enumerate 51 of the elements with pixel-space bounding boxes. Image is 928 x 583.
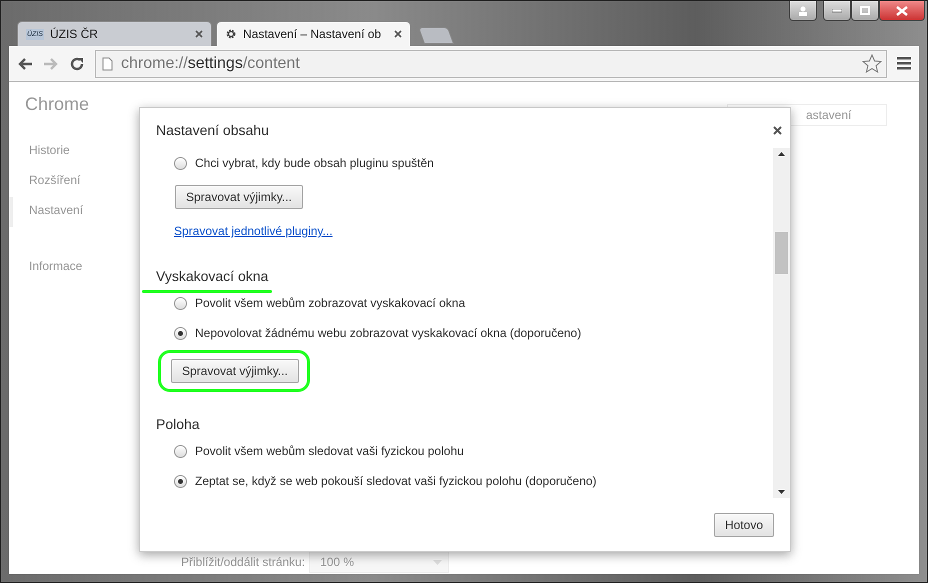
radio-button[interactable] xyxy=(174,326,187,340)
zoom-label: Přiblížit/oddálit stránku: xyxy=(181,555,306,569)
minimize-button[interactable] xyxy=(823,1,851,21)
manage-exceptions-button[interactable]: Spravovat výjimky... xyxy=(171,359,299,383)
close-icon xyxy=(773,126,782,135)
menu-icon[interactable] xyxy=(897,57,911,70)
radio-option[interactable]: Zeptat se, když se web pokouší sledovat vaši fyzickou polohu (doporučeno) xyxy=(156,466,603,496)
tab-title: Nastavení – Nastavení ob xyxy=(243,27,382,41)
manage-plugins-link[interactable]: Spravovat jednotlivé pluginy... xyxy=(174,224,333,238)
tab-title: ÚZIS ČR xyxy=(50,27,99,41)
radio-option[interactable]: Chci vybrat, kdy bude obsah pluginu spuštěn xyxy=(156,148,440,178)
radio-button[interactable] xyxy=(174,444,187,458)
browser-tab[interactable]: Nastavení – Nastavení ob xyxy=(216,21,411,46)
scroll-up-icon[interactable] xyxy=(778,152,785,156)
gear-icon xyxy=(225,28,237,40)
radio-button[interactable] xyxy=(174,156,187,170)
section-heading: Poloha xyxy=(156,416,200,432)
radio-label: Nepovolovat žádnému webu zobrazovat vyskakovací okna (doporučeno) xyxy=(195,326,582,340)
star-icon[interactable] xyxy=(862,54,882,73)
radio-label: Povolit všem webům sledovat vaši fyzickou polohu xyxy=(195,444,464,458)
scrollbar[interactable] xyxy=(773,148,790,498)
brand-title: Chrome xyxy=(24,94,90,115)
radio-label: Chci vybrat, kdy bude obsah pluginu spuštěn xyxy=(195,156,434,170)
radio-option[interactable]: Povolit všem webům zobrazovat vyskakovací okna xyxy=(156,288,472,318)
page-icon xyxy=(102,56,113,70)
maximize-icon xyxy=(860,6,870,15)
scroll-down-icon[interactable] xyxy=(778,490,785,494)
close-icon xyxy=(896,6,908,16)
section-heading: Vyskakovací okna xyxy=(156,268,268,284)
reload-icon[interactable] xyxy=(69,56,85,72)
done-button[interactable]: Hotovo xyxy=(714,512,774,536)
minimize-icon xyxy=(832,8,842,12)
radio-option[interactable]: Nepovolovat žádnému webu zobrazovat vyskakovací okna (doporučeno) xyxy=(156,318,588,348)
radio-label: Povolit všem webům zobrazovat vyskakovací okna xyxy=(195,296,466,310)
close-window-button[interactable] xyxy=(879,1,925,21)
radio-label: Zeptat se, když se web pokouší sledovat vaši fyzickou polohu (doporučeno) xyxy=(195,474,597,488)
manage-exceptions-button[interactable]: Spravovat výjimky... xyxy=(175,185,303,209)
dialog-title: Nastavení obsahu xyxy=(156,122,269,138)
radio-button[interactable] xyxy=(174,474,187,488)
close-tab-icon[interactable] xyxy=(394,30,402,38)
close-tab-icon[interactable] xyxy=(195,30,203,38)
person-icon xyxy=(798,6,808,16)
maximize-button[interactable] xyxy=(851,1,879,21)
profile-button[interactable] xyxy=(789,1,817,21)
url-text: chrome://settings/content xyxy=(121,54,301,72)
radio-button[interactable] xyxy=(174,296,187,310)
address-bar[interactable]: chrome://settings/content xyxy=(95,50,887,78)
radio-option[interactable]: Povolit všem webům sledovat vaši fyzickou polohu xyxy=(156,436,470,466)
caret-icon xyxy=(433,560,442,564)
back-icon[interactable] xyxy=(17,56,33,70)
scrollbar-thumb[interactable] xyxy=(775,232,788,274)
